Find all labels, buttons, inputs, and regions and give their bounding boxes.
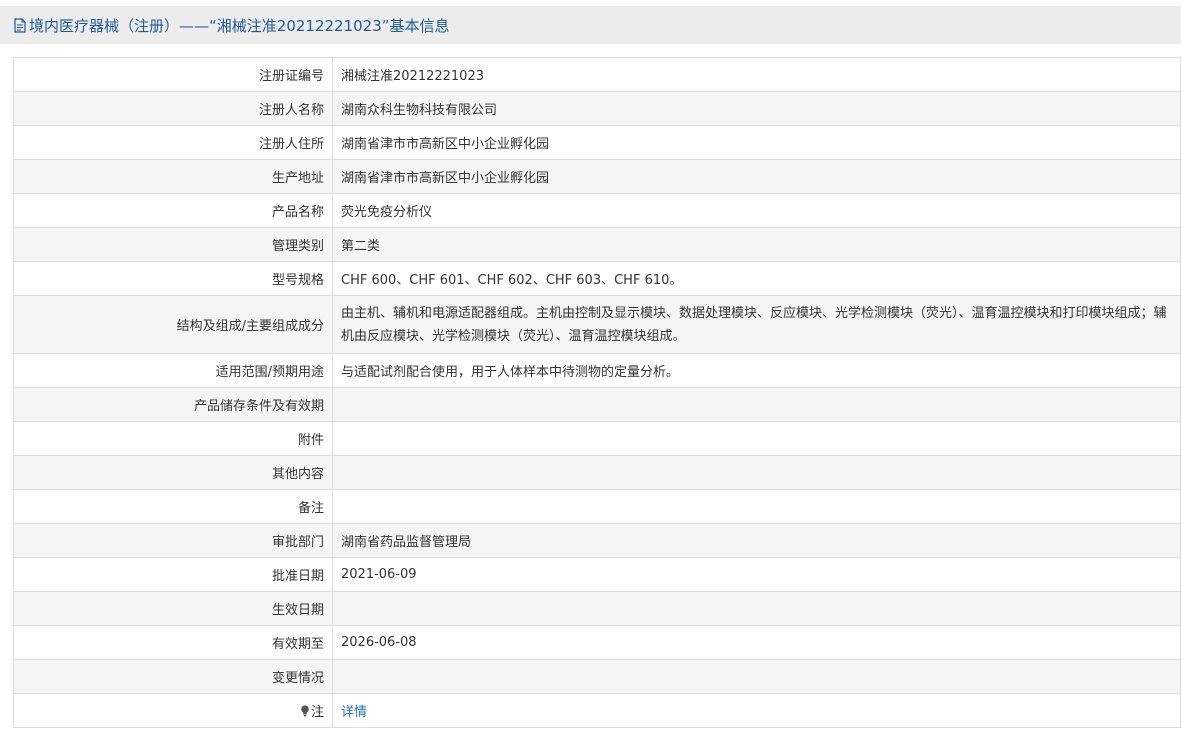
model-spec: CHF 600、CHF 601、CHF 602、CHF 603、CHF 610。 (341, 273, 683, 288)
details-link[interactable]: 详情 (341, 705, 367, 720)
table-row: 有效期至 2026-06-08 (13, 625, 1181, 660)
management-category: 第二类 (341, 239, 381, 254)
row-value (332, 659, 1181, 694)
row-label: 其他内容 (13, 455, 333, 490)
document-icon (14, 17, 26, 33)
row-label: 注册人住所 (13, 125, 333, 160)
table-row: 批准日期 2021-06-09 (13, 557, 1181, 592)
table-row: 产品名称 荧光免疫分析仪 (13, 193, 1181, 228)
table-row: 备注 (13, 489, 1181, 524)
row-label: 附件 (13, 421, 333, 456)
row-value: 2021-06-09 (332, 557, 1181, 592)
row-label: 适用范围/预期用途 (13, 353, 333, 388)
table-row: 管理类别 第二类 (13, 227, 1181, 262)
row-label: 生效日期 (13, 591, 333, 626)
table-row: 注册人名称 湖南众科生物科技有限公司 (13, 91, 1181, 126)
table-row: 型号规格 CHF 600、CHF 601、CHF 602、CHF 603、CHF… (13, 261, 1181, 296)
intended-use: 与适配试剂配合使用，用于人体样本中待测物的定量分析。 (341, 365, 680, 380)
page-title: 境内医疗器械（注册）——“湘械注准20212221023”基本信息 (29, 16, 450, 35)
table-row: 产品储存条件及有效期 (13, 387, 1181, 422)
row-value: 详情 (332, 693, 1181, 728)
valid-until: 2026-06-08 (341, 635, 417, 650)
row-value (332, 455, 1181, 490)
row-value: 与适配试剂配合使用，用于人体样本中待测物的定量分析。 (332, 353, 1181, 388)
table-row: 附件 (13, 421, 1181, 456)
structure-composition: 由主机、辅机和电源适配器组成。主机由控制及显示模块、数据处理模块、反应模块、光学… (341, 305, 1167, 344)
note-label-cell: 注 (13, 693, 333, 728)
table-row: 适用范围/预期用途 与适配试剂配合使用，用于人体样本中待测物的定量分析。 (13, 353, 1181, 388)
table-row: 生效日期 (13, 591, 1181, 626)
registrant-name: 湖南众科生物科技有限公司 (341, 103, 498, 118)
note-label: 注 (310, 705, 324, 720)
row-value: 2026-06-08 (332, 625, 1181, 660)
row-label: 变更情况 (13, 659, 333, 694)
row-label: 产品储存条件及有效期 (13, 387, 333, 422)
page-header: 境内医疗器械（注册）——“湘械注准20212221023”基本信息 (0, 6, 1181, 44)
row-value: 湖南省药品监督管理局 (332, 523, 1181, 558)
row-value (332, 591, 1181, 626)
row-value: 湘械注准20212221023 (332, 57, 1181, 92)
row-label: 结构及组成/主要组成成分 (13, 295, 333, 354)
table-row: 注 详情 (13, 693, 1181, 728)
row-value: 湖南省津市市高新区中小企业孵化园 (332, 159, 1181, 194)
row-value: 湖南省津市市高新区中小企业孵化园 (332, 125, 1181, 160)
row-value: 由主机、辅机和电源适配器组成。主机由控制及显示模块、数据处理模块、反应模块、光学… (332, 295, 1181, 354)
row-value (332, 489, 1181, 524)
device-info-table: 注册证编号 湘械注准20212221023 注册人名称 湖南众科生物科技有限公司… (13, 57, 1181, 728)
row-value: 湖南众科生物科技有限公司 (332, 91, 1181, 126)
table-row: 结构及组成/主要组成成分 由主机、辅机和电源适配器组成。主机由控制及显示模块、数… (13, 295, 1181, 354)
row-value (332, 387, 1181, 422)
approval-date: 2021-06-09 (341, 567, 417, 582)
row-label: 批准日期 (13, 557, 333, 592)
row-label: 备注 (13, 489, 333, 524)
row-label: 有效期至 (13, 625, 333, 660)
row-label: 型号规格 (13, 261, 333, 296)
row-label: 注册证编号 (13, 57, 333, 92)
table-row: 生产地址 湖南省津市市高新区中小企业孵化园 (13, 159, 1181, 194)
row-label: 产品名称 (13, 193, 333, 228)
table-row: 变更情况 (13, 659, 1181, 694)
row-value (332, 421, 1181, 456)
approval-department: 湖南省药品监督管理局 (341, 535, 472, 550)
row-value: CHF 600、CHF 601、CHF 602、CHF 603、CHF 610。 (332, 261, 1181, 296)
row-label: 审批部门 (13, 523, 333, 558)
registration-number: 湘械注准20212221023 (341, 69, 484, 84)
table-row: 注册人住所 湖南省津市市高新区中小企业孵化园 (13, 125, 1181, 160)
row-value: 第二类 (332, 227, 1181, 262)
lightbulb-icon (301, 705, 309, 717)
table-row: 注册证编号 湘械注准20212221023 (13, 57, 1181, 92)
row-label: 管理类别 (13, 227, 333, 262)
table-row: 审批部门 湖南省药品监督管理局 (13, 523, 1181, 558)
row-label: 生产地址 (13, 159, 333, 194)
row-label: 注册人名称 (13, 91, 333, 126)
registrant-address: 湖南省津市市高新区中小企业孵化园 (341, 137, 550, 152)
production-address: 湖南省津市市高新区中小企业孵化园 (341, 171, 550, 186)
row-value: 荧光免疫分析仪 (332, 193, 1181, 228)
table-row: 其他内容 (13, 455, 1181, 490)
product-name: 荧光免疫分析仪 (341, 205, 433, 220)
